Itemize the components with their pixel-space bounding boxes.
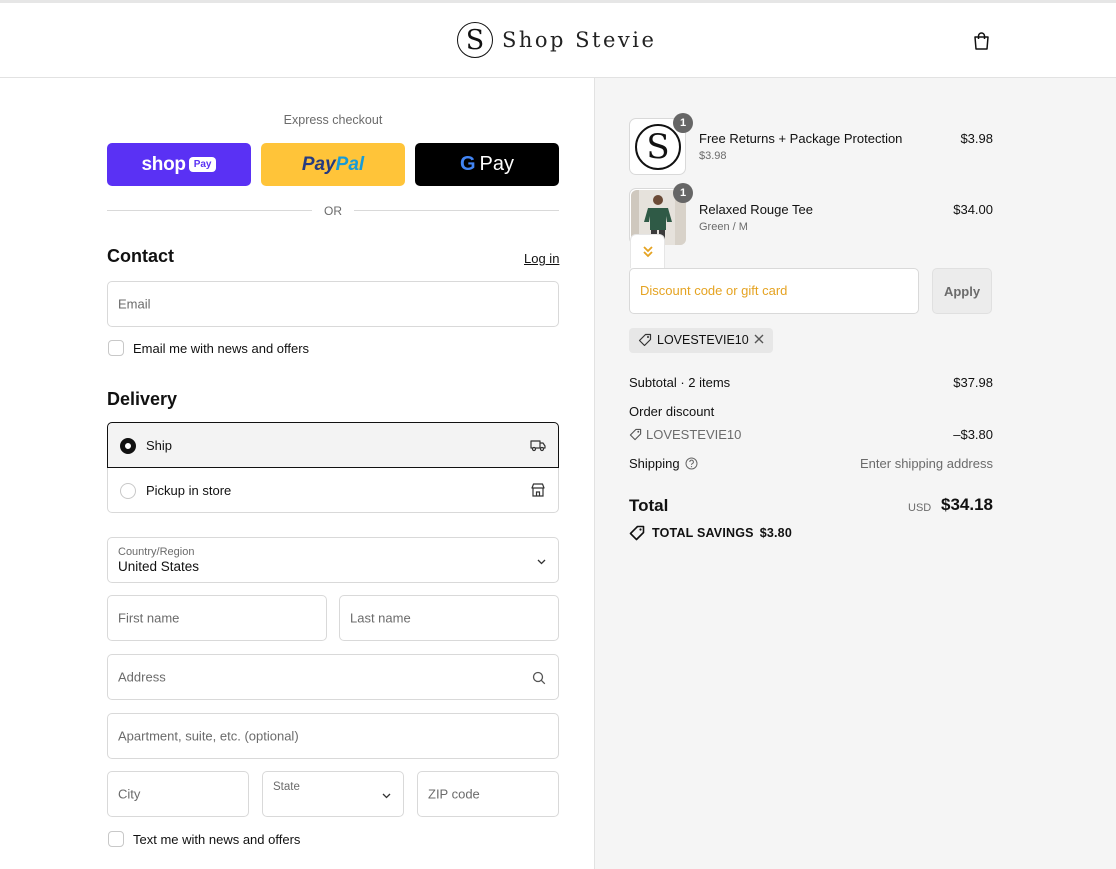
shopping-bag-icon[interactable] xyxy=(972,31,991,51)
item-price: $3.98 xyxy=(960,131,993,146)
subtotal-label: Subtotal · 2 items xyxy=(629,375,731,390)
savings-label: TOTAL SAVINGS xyxy=(652,526,754,540)
pickup-radio[interactable] xyxy=(120,483,136,499)
applied-discount-chip: LOVESTEVIE10 xyxy=(629,328,773,353)
newsletter-label: Email me with news and offers xyxy=(133,341,310,356)
or-divider-right xyxy=(354,210,559,211)
logo-text: Shop Stevie xyxy=(502,28,657,52)
ship-radio[interactable] xyxy=(120,438,136,454)
delivery-option-ship[interactable] xyxy=(107,422,559,468)
last-name-placeholder: Last name xyxy=(350,610,411,626)
sms-label: Text me with news and offers xyxy=(133,832,301,847)
city-field[interactable]: City xyxy=(107,771,249,817)
item-name: Relaxed Rouge Tee xyxy=(699,202,813,217)
ship-label: Ship xyxy=(146,438,173,453)
shop-pay-pill: Pay xyxy=(188,157,217,172)
delivery-heading: Delivery xyxy=(107,389,178,409)
discount-value: –$3.80 xyxy=(953,427,993,442)
applied-discount-code: LOVESTEVIE10 xyxy=(657,333,749,347)
or-divider-text: OR xyxy=(324,204,342,218)
email-field[interactable]: Email xyxy=(107,281,559,327)
shop-pay-label: shop xyxy=(141,153,186,175)
item-thumbnail-protection: S 1 xyxy=(629,113,693,175)
item-sub: Green / M xyxy=(699,221,748,233)
first-name-placeholder: First name xyxy=(118,610,180,626)
truck-icon xyxy=(530,440,546,452)
store-icon xyxy=(531,483,545,497)
site-header: S Shop Stevie xyxy=(0,3,1116,78)
google-pay-label: Pay xyxy=(479,153,515,175)
apartment-field[interactable]: Apartment, suite, etc. (optional) xyxy=(107,713,559,759)
first-name-field[interactable]: First name xyxy=(107,595,327,641)
zip-placeholder: ZIP code xyxy=(428,786,480,802)
shipping-value: Enter shipping address xyxy=(860,456,993,471)
address-field[interactable]: Address xyxy=(107,654,559,700)
remove-discount-icon[interactable] xyxy=(753,333,765,345)
paypal-button[interactable]: Pay Pal xyxy=(261,143,405,186)
last-name-field[interactable]: Last name xyxy=(339,595,559,641)
total-value: $34.18 xyxy=(941,495,993,514)
apply-discount-button[interactable]: Apply xyxy=(932,268,992,314)
order-discount-label: Order discount xyxy=(629,404,715,419)
discount-code-line: LOVESTEVIE10 xyxy=(646,427,742,442)
total-savings: TOTAL SAVINGS $3.80 xyxy=(629,525,792,541)
shop-pay-button[interactable]: shop Pay xyxy=(107,143,251,186)
state-label: State xyxy=(273,781,300,793)
tag-icon xyxy=(638,333,652,347)
address-placeholder: Address xyxy=(118,669,166,685)
qty-badge: 1 xyxy=(673,183,693,203)
total-currency: USD xyxy=(908,502,932,514)
discount-placeholder: Discount code or gift card xyxy=(640,283,788,298)
login-link[interactable]: Log in xyxy=(524,251,559,266)
savings-value: $3.80 xyxy=(759,526,792,540)
or-divider-left xyxy=(107,210,312,211)
apartment-placeholder: Apartment, suite, etc. (optional) xyxy=(118,728,299,744)
savings-tag-icon xyxy=(629,525,645,541)
qty-badge: 1 xyxy=(673,113,693,133)
tag-icon xyxy=(629,428,642,441)
item-name: Free Returns + Package Protection xyxy=(699,131,903,146)
pickup-label: Pickup in store xyxy=(146,483,232,498)
collapse-widget[interactable] xyxy=(630,234,665,268)
logo-mark: S xyxy=(457,22,493,58)
newsletter-checkbox[interactable] xyxy=(108,340,124,356)
google-g-icon: G xyxy=(459,153,476,175)
city-placeholder: City xyxy=(118,786,141,802)
country-select[interactable]: Country/Region United States xyxy=(107,537,559,583)
shipping-label: Shipping xyxy=(629,456,680,471)
total-label: Total xyxy=(629,496,669,515)
protection-logo: S xyxy=(635,124,681,170)
zip-field[interactable]: ZIP code xyxy=(417,771,559,817)
help-circle-icon[interactable] xyxy=(685,457,698,470)
search-icon xyxy=(532,671,546,685)
chevrons-down-icon xyxy=(643,246,653,258)
shop-logo[interactable]: S Shop Stevie xyxy=(457,22,656,58)
subtotal-value: $37.98 xyxy=(953,375,993,390)
chevron-down-icon xyxy=(382,793,391,799)
item-price: $34.00 xyxy=(953,202,993,217)
contact-heading: Contact xyxy=(107,246,174,266)
paypal-label-2: Pal xyxy=(335,153,365,175)
discount-code-input[interactable]: Discount code or gift card xyxy=(629,268,919,314)
country-value: United States xyxy=(118,559,200,574)
state-select[interactable]: State xyxy=(262,771,404,817)
paypal-label-1: Pay xyxy=(301,153,336,175)
item-sub: $3.98 xyxy=(699,150,727,162)
express-checkout-title: Express checkout xyxy=(283,113,383,127)
sms-checkbox[interactable] xyxy=(108,831,124,847)
email-placeholder: Email xyxy=(118,296,151,312)
google-pay-button[interactable]: G Pay xyxy=(415,143,559,186)
chevron-down-icon xyxy=(537,559,546,565)
country-label: Country/Region xyxy=(118,546,195,558)
